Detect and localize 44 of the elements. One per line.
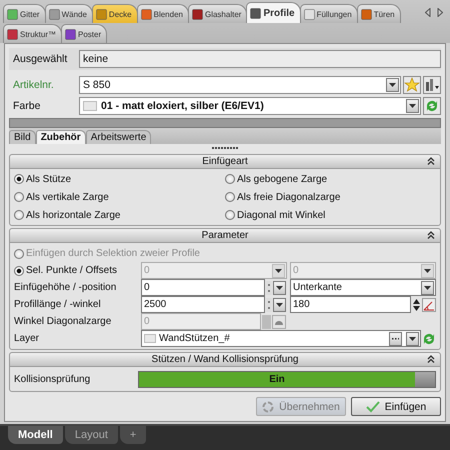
selected-field: keine	[79, 50, 441, 68]
section-title: Parameter	[202, 230, 248, 241]
radio-button[interactable]: Als gebogene Zarge	[225, 171, 328, 187]
tab[interactable]: Blenden	[136, 4, 189, 23]
radio-button[interactable]: Als horizontale Zarge	[14, 207, 120, 223]
radio-button[interactable]: Diagonal mit Winkel	[225, 207, 326, 223]
article-field[interactable]: S 850	[79, 76, 401, 94]
tab[interactable]: Gitter	[3, 4, 46, 23]
radio-button[interactable]: Als freie Diagonalzarge	[225, 189, 340, 205]
section-title: Stützen / Wand Kollisionsprüfung	[152, 354, 298, 365]
field-label: Ausgewählt	[12, 53, 68, 65]
color-field[interactable]: 01 - matt eloxiert, silber (E6/EV1)	[79, 97, 421, 115]
field-label: Farbe	[12, 100, 42, 112]
subtab[interactable]: Bild	[9, 130, 36, 144]
field-label: Kollisionsprüfung	[14, 374, 92, 384]
input-field[interactable]: 180	[290, 296, 411, 313]
input-field[interactable]: 0	[141, 279, 265, 296]
action-button[interactable]: Einfügen	[351, 397, 441, 416]
radio-button[interactable]: Als vertikale Zarge	[14, 189, 109, 205]
field-label: Einfügehöhe / -position	[14, 282, 118, 293]
radio-button[interactable]: Sel. Punkte / Offsets	[14, 262, 138, 278]
layout-tab[interactable]: Modell	[8, 426, 63, 444]
field-label: Profillänge / -winkel	[14, 299, 102, 310]
field-label: Artikelnr.	[12, 79, 55, 91]
tab[interactable]: Profile	[246, 2, 301, 23]
input-field[interactable]: 2500	[141, 296, 265, 313]
toggle-switch[interactable]: Ein	[138, 370, 436, 388]
subtab[interactable]: Zubehör	[36, 130, 86, 144]
input-field[interactable]: WandStützen_#	[141, 330, 421, 347]
field-label: Winkel Diagonalzarge	[14, 316, 112, 327]
tab[interactable]: Struktur™	[3, 24, 62, 43]
tab[interactable]: Türen	[356, 4, 401, 23]
tab[interactable]: Decke	[92, 4, 138, 23]
layout-tab[interactable]: +	[120, 426, 146, 444]
tab[interactable]: Füllungen	[300, 4, 358, 23]
input-field[interactable]: Unterkante	[290, 279, 436, 296]
tab[interactable]: Poster	[61, 24, 108, 43]
subtab[interactable]: Arbeitswerte	[86, 130, 152, 144]
layout-tab[interactable]: Layout	[64, 426, 118, 444]
field-label: Layer	[14, 333, 40, 344]
radio-button[interactable]: Als Stütze	[14, 171, 72, 187]
section-title: Einfügeart	[202, 156, 248, 167]
tab[interactable]: Wände	[44, 4, 93, 23]
tab[interactable]: Glashalter	[188, 4, 248, 23]
